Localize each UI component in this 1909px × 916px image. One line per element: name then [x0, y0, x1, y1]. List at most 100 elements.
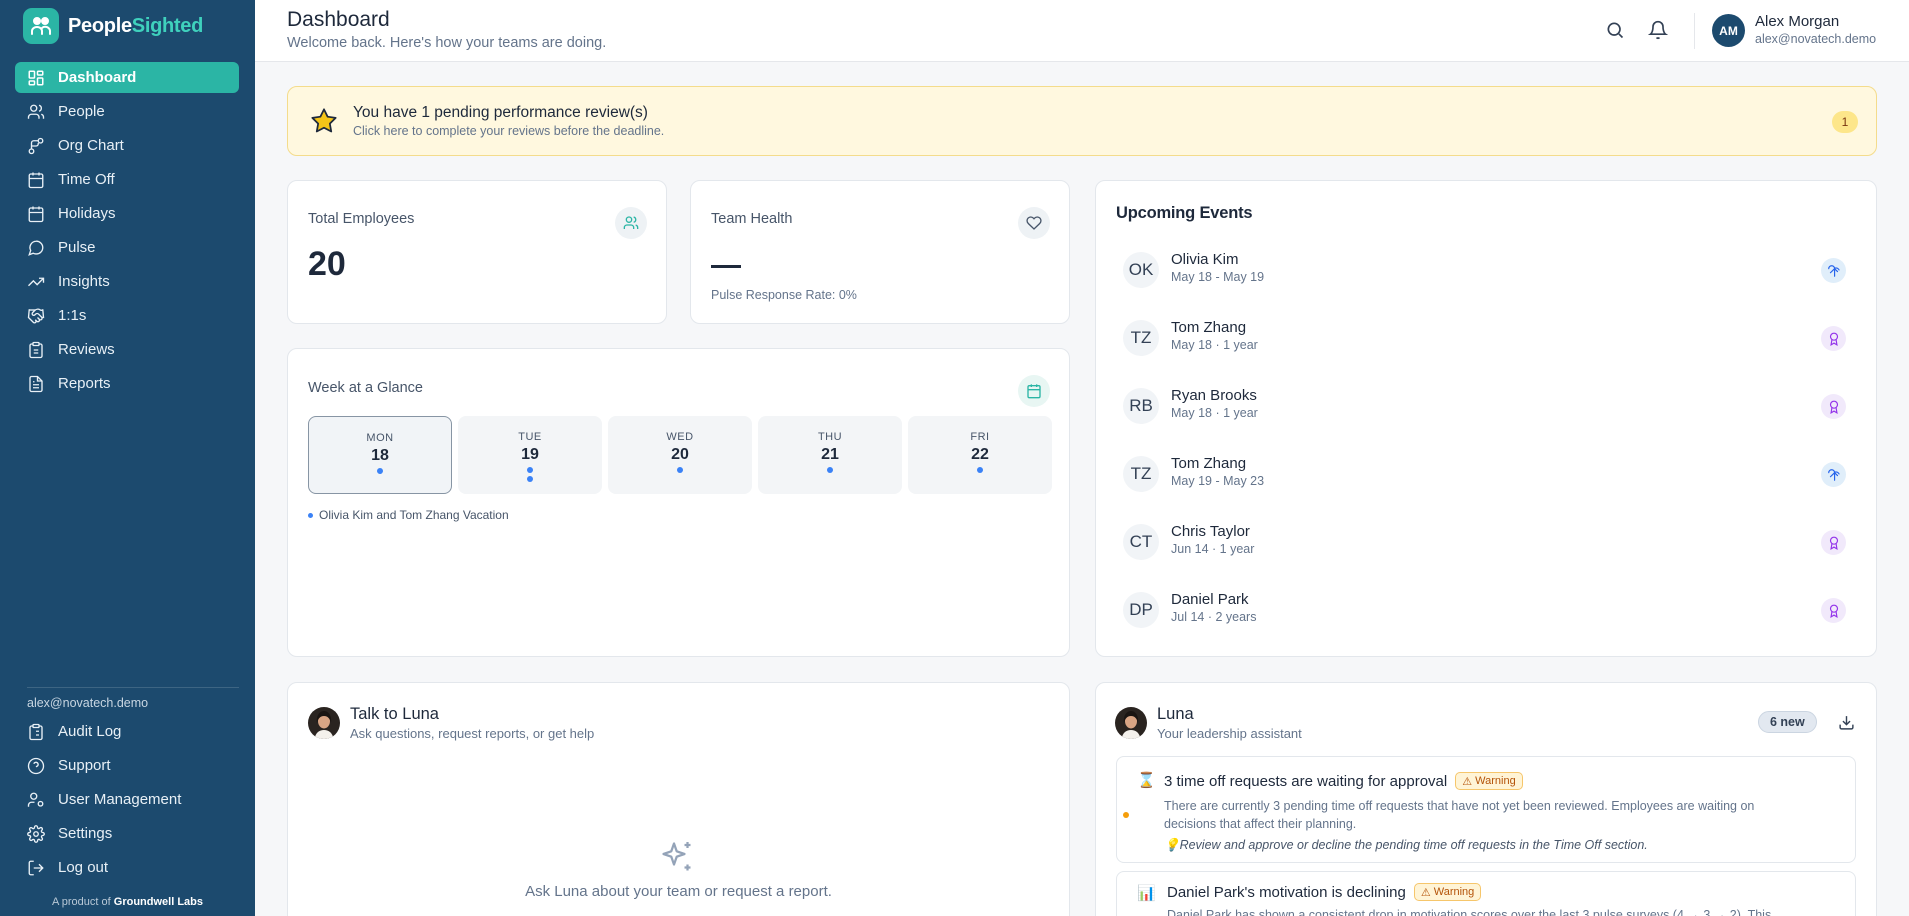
- brand-name: PeopleSighted: [68, 15, 203, 38]
- sidebar-item-user-management[interactable]: User Management: [15, 784, 239, 815]
- event-item[interactable]: DP Daniel Park Jul 14 · 2 years: [1116, 587, 1856, 655]
- brand-name-part1: People: [68, 14, 132, 37]
- palm-tree-icon: [1827, 264, 1840, 277]
- sidebar-item-insights[interactable]: Insights: [15, 266, 239, 297]
- sidebar-item-audit-log[interactable]: Audit Log: [15, 716, 239, 747]
- sidebar-item-time-off[interactable]: Time Off: [15, 164, 239, 195]
- pending-count-badge: 1: [1832, 111, 1858, 133]
- award-icon: [1829, 604, 1838, 618]
- credit-company[interactable]: Groundwell Labs: [114, 896, 203, 908]
- sidebar-divider: [27, 687, 239, 688]
- logo[interactable]: PeopleSighted: [23, 8, 203, 44]
- event-item[interactable]: TZ Tom Zhang May 19 - May 23: [1116, 451, 1856, 519]
- sidebar-item-support[interactable]: Support: [15, 750, 239, 781]
- dashboard-icon: [28, 70, 44, 85]
- event-item[interactable]: CT Chris Taylor Jun 14 · 1 year: [1116, 519, 1856, 587]
- main-nav: Dashboard People Org Chart Time Off Holi…: [15, 62, 239, 402]
- file-text-icon: [29, 375, 43, 392]
- event-date: Jun 14 · 1 year: [1171, 542, 1255, 556]
- luna-subtitle: Your leadership assistant: [1157, 726, 1302, 741]
- sidebar-item-label: Time Off: [58, 171, 115, 188]
- event-person: Chris Taylor: [1171, 523, 1250, 540]
- palm-tree-icon: [1827, 468, 1840, 481]
- vacation-badge: [1821, 258, 1846, 283]
- new-insights-badge[interactable]: 6 new: [1758, 711, 1817, 733]
- calendar-icon: [1027, 384, 1041, 399]
- hourglass-icon: ⌛: [1137, 772, 1156, 789]
- sidebar-item-label: Log out: [58, 859, 109, 876]
- insight-item[interactable]: 📊 Daniel Park's motivation is declining …: [1116, 871, 1856, 916]
- users-icon: [623, 216, 639, 229]
- event-avatar: TZ: [1123, 456, 1159, 492]
- upcoming-events-card: Upcoming Events OK Olivia Kim May 18 - M…: [1095, 180, 1877, 657]
- event-avatar: DP: [1123, 592, 1159, 628]
- sidebar-item-label: Org Chart: [58, 137, 124, 154]
- day-event-dots: [309, 468, 451, 474]
- sidebar-item-reports[interactable]: Reports: [15, 368, 239, 399]
- header-divider: [1694, 13, 1695, 49]
- sidebar-item-holidays[interactable]: Holidays: [15, 198, 239, 229]
- event-person: Olivia Kim: [1171, 251, 1239, 268]
- insight-title-text: Daniel Park's motivation is declining: [1167, 883, 1406, 901]
- sidebar-item-people[interactable]: People: [15, 96, 239, 127]
- card-label: Week at a Glance: [308, 380, 423, 396]
- insight-title: Daniel Park's motivation is declining ⚠ …: [1167, 883, 1482, 901]
- event-item[interactable]: OK Olivia Kim May 18 - May 19: [1116, 247, 1856, 315]
- sidebar-item-pulse[interactable]: Pulse: [15, 232, 239, 263]
- day-thursday[interactable]: THU 21: [758, 416, 902, 494]
- notifications-button[interactable]: [1648, 20, 1668, 40]
- event-dot: [527, 476, 533, 482]
- employee-count: 20: [308, 245, 346, 283]
- event-date: May 19 - May 23: [1171, 474, 1265, 488]
- pulse-response-rate: Pulse Response Rate: 0%: [711, 288, 857, 302]
- download-icon[interactable]: [1838, 714, 1855, 731]
- user-name[interactable]: Alex Morgan: [1755, 13, 1839, 30]
- day-tuesday[interactable]: TUE 19: [458, 416, 602, 494]
- day-wednesday[interactable]: WED 20: [608, 416, 752, 494]
- event-dot: [677, 467, 683, 473]
- credit-prefix: A product of: [51, 896, 111, 908]
- anniversary-badge: [1821, 598, 1846, 623]
- top-header: Dashboard Welcome back. Here's how your …: [255, 0, 1909, 62]
- trending-up-icon: [28, 277, 45, 286]
- org-chart-icon: [28, 137, 44, 154]
- luna-title: Luna: [1157, 705, 1194, 723]
- day-monday[interactable]: MON 18: [308, 416, 452, 494]
- handshake-icon: [27, 308, 45, 323]
- pending-review-banner[interactable]: You have 1 pending performance review(s)…: [287, 86, 1877, 156]
- warning-label: Warning: [1433, 886, 1475, 898]
- page-subtitle: Welcome back. Here's how your teams are …: [287, 35, 607, 51]
- insight-body: There are currently 3 pending time off r…: [1164, 799, 1755, 831]
- day-event-dots: [758, 467, 902, 473]
- avatar[interactable]: AM: [1712, 14, 1745, 47]
- sidebar-item-log-out[interactable]: Log out: [15, 852, 239, 883]
- event-item[interactable]: TZ Tom Zhang May 18 · 1 year: [1116, 315, 1856, 383]
- event-person: Tom Zhang: [1171, 455, 1247, 472]
- sidebar-item-label: Reviews: [58, 341, 115, 358]
- clipboard-icon: [29, 341, 43, 358]
- insight-tip: 💡Review and approve or decline the pendi…: [1164, 838, 1648, 852]
- sidebar-item-one-on-ones[interactable]: 1:1s: [15, 300, 239, 331]
- search-icon: [1607, 22, 1624, 39]
- week-event-note: Olivia Kim and Tom Zhang Vacation: [308, 508, 509, 522]
- event-item[interactable]: RB Ryan Brooks May 18 · 1 year: [1116, 383, 1856, 451]
- event-avatar: CT: [1123, 524, 1159, 560]
- luna-avatar: [1115, 707, 1147, 739]
- total-employees-card: Total Employees 20: [287, 180, 667, 324]
- week-at-a-glance-card: Week at a Glance MON 18 TUE 19 WED 20 TH…: [287, 348, 1070, 657]
- search-button[interactable]: [1605, 20, 1625, 40]
- bar-chart-icon: 📊: [1137, 885, 1156, 902]
- sidebar-item-dashboard[interactable]: Dashboard: [15, 62, 239, 93]
- insight-item[interactable]: ⌛ 3 time off requests are waiting for ap…: [1116, 756, 1856, 863]
- banner-title: You have 1 pending performance review(s): [353, 104, 648, 121]
- team-health-card: Team Health Pulse Response Rate: 0%: [690, 180, 1070, 324]
- sidebar-item-settings[interactable]: Settings: [15, 818, 239, 849]
- event-date: Jul 14 · 2 years: [1171, 610, 1257, 624]
- event-date: May 18 · 1 year: [1171, 338, 1258, 352]
- sidebar-item-reviews[interactable]: Reviews: [15, 334, 239, 365]
- message-circle-icon: [28, 240, 44, 256]
- sidebar-item-label: Reports: [58, 375, 111, 392]
- sidebar-item-org-chart[interactable]: Org Chart: [15, 130, 239, 161]
- day-friday[interactable]: FRI 22: [908, 416, 1052, 494]
- sidebar-item-label: Holidays: [58, 205, 116, 222]
